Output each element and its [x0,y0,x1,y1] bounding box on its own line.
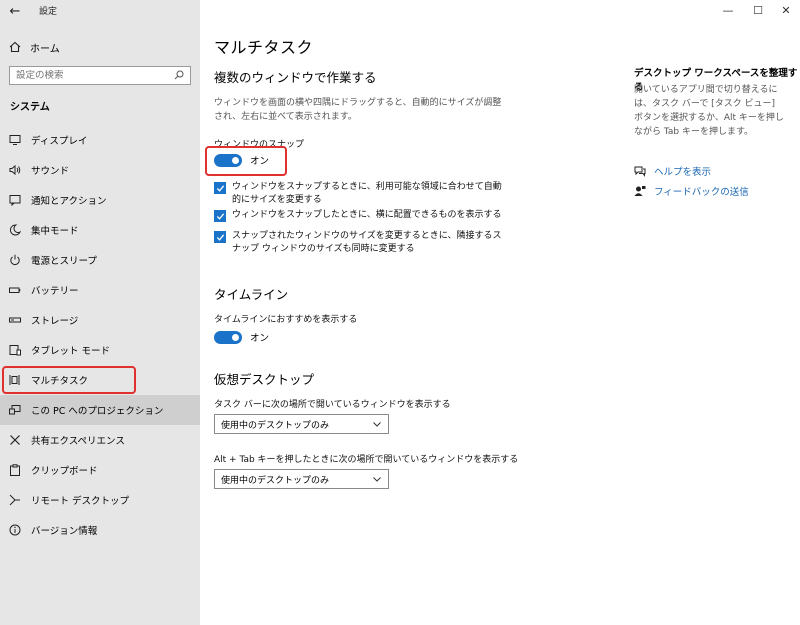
home-icon [9,41,21,53]
snap-option-text: スナップされたウィンドウのサイズを変更するときに、隣接するスナップ ウィンドウの… [232,231,502,254]
sidebar-item-label: ホーム [30,43,60,55]
maximize-button[interactable]: ☐ [743,0,773,20]
timeline-toggle[interactable] [214,330,242,344]
sidebar-item-label: バージョン情報 [31,526,98,537]
checkbox-checked[interactable] [214,231,226,243]
sidebar-item-focus[interactable]: 集中モード [0,215,200,245]
sidebar-item-label: 集中モード [31,226,79,237]
sidebar-item-label: リモート デスクトップ [31,496,130,507]
close-button[interactable]: ✕ [771,0,800,20]
sidebar-item-remote[interactable]: リモート デスクトップ [0,485,200,515]
check-icon [216,233,224,241]
snap-description: ウィンドウを画面の横や四隅にドラッグすると、自動的にサイズが調整され、左右に並べ… [214,98,502,122]
sound-icon [8,163,22,177]
timeline-toggle-row: オン [214,330,269,344]
search-icon [174,70,184,80]
help-link-label: ヘルプを表示 [654,167,712,178]
back-arrow-icon: ← [9,3,21,19]
snap-option-1: ウィンドウをスナップするときに、利用可能な領域に合わせて自動的にサイズを変更する [214,181,504,207]
battery-icon [8,283,22,297]
sidebar-item-battery[interactable]: バッテリー [0,275,200,305]
info-icon [8,523,22,537]
page-title: マルチタスク [214,38,314,57]
tablet-icon [8,343,22,357]
virtual-desktops-heading: 仮想デスクトップ [214,372,315,387]
section-title: システム [10,102,50,113]
chevron-down-icon [373,422,381,427]
chevron-down-icon [373,477,381,482]
sidebar-item-projection[interactable]: この PC へのプロジェクション [0,395,200,425]
snap-option-2: ウィンドウをスナップしたときに、横に配置できるものを表示する [214,209,504,222]
storage-icon [8,313,22,327]
related-description: 開いているアプリ間で切り替えるには、タスク バーで [タスク ビュー] ボタンを… [634,85,784,137]
snap-option-text: ウィンドウをスナップしたときに、横に配置できるものを表示する [232,210,502,220]
power-icon [8,253,22,267]
projection-icon [8,403,22,417]
feedback-link[interactable]: フィードバックの送信 [634,184,749,198]
sidebar-item-label: 通知とアクション [31,196,107,207]
toggle-knob [232,333,239,341]
highlight-box-multitasking [2,366,136,394]
checkbox-checked[interactable] [214,210,226,222]
highlight-box-snap [205,146,287,176]
sidebar-item-sound[interactable]: サウンド [0,155,200,185]
timeline-toggle-label: タイムラインにおすすめを表示する [214,315,358,325]
help-chat-icon [634,165,646,177]
sidebar-item-clipboard[interactable]: クリップボード [0,455,200,485]
maximize-icon: ☐ [753,3,763,17]
sidebar-item-power[interactable]: 電源とスリープ [0,245,200,275]
sidebar-item-tablet[interactable]: タブレット モード [0,335,200,365]
taskbar-dropdown[interactable]: 使用中のデスクトップのみ [214,414,389,434]
minimize-icon: — [722,3,734,17]
sidebar-item-label: タブレット モード [31,346,111,357]
sidebar-item-label: ストレージ [31,316,79,327]
check-icon [216,184,224,192]
display-icon [8,133,22,147]
taskbar-dropdown-label: タスク バーに次の場所で開いているウィンドウを表示する [214,400,451,410]
timeline-heading: タイムライン [214,287,289,302]
feedback-link-label: フィードバックの送信 [654,187,749,198]
sidebar-item-about[interactable]: バージョン情報 [0,515,200,545]
back-button[interactable]: ← [4,2,26,20]
alttab-dropdown-label: Alt + Tab キーを押したときに次の場所で開いているウィンドウを表示する [214,455,519,465]
sidebar-item-label: 電源とスリープ [31,256,97,267]
sidebar-item-label: サウンド [31,166,70,177]
remote-icon [8,493,22,507]
snap-option-text: ウィンドウをスナップするときに、利用可能な領域に合わせて自動的にサイズを変更する [232,182,502,205]
minimize-button[interactable]: — [713,0,743,20]
timeline-toggle-state: オン [250,333,270,344]
sidebar-item-label: ディスプレイ [31,136,88,147]
shared-icon [8,433,22,447]
help-link[interactable]: ヘルプを表示 [634,164,711,178]
sidebar-nav: ディスプレイ サウンド 通知とアクション 集中モード 電源とスリープ バッテリー… [0,125,200,545]
app-title: 設定 [39,7,58,17]
sidebar: ← 設定 ホーム システム ディスプレイ サウンド 通知とアクション 集中モード [0,0,200,625]
snap-heading: 複数のウィンドウで作業する [214,70,377,85]
sidebar-item-shared[interactable]: 共有エクスペリエンス [0,425,200,455]
search-input[interactable] [16,70,166,81]
search-box[interactable] [9,66,191,85]
sidebar-item-notifications[interactable]: 通知とアクション [0,185,200,215]
sidebar-item-storage[interactable]: ストレージ [0,305,200,335]
notification-icon [8,193,22,207]
alttab-dropdown[interactable]: 使用中のデスクトップのみ [214,469,389,489]
snap-option-3: スナップされたウィンドウのサイズを変更するときに、隣接するスナップ ウィンドウの… [214,230,504,256]
sidebar-item-home[interactable]: ホーム [0,36,200,58]
checkbox-checked[interactable] [214,182,226,194]
sidebar-item-label: この PC へのプロジェクション [31,406,164,417]
alttab-dropdown-value: 使用中のデスクトップのみ [221,475,330,486]
check-icon [216,212,224,220]
clipboard-icon [8,463,22,477]
taskbar-dropdown-value: 使用中のデスクトップのみ [221,420,330,431]
sidebar-item-display[interactable]: ディスプレイ [0,125,200,155]
feedback-person-icon [634,185,646,197]
sidebar-item-label: バッテリー [31,286,79,297]
sidebar-item-label: 共有エクスペリエンス [31,436,125,447]
close-icon: ✕ [781,3,791,17]
moon-icon [8,223,22,237]
sidebar-item-label: クリップボード [31,466,98,477]
